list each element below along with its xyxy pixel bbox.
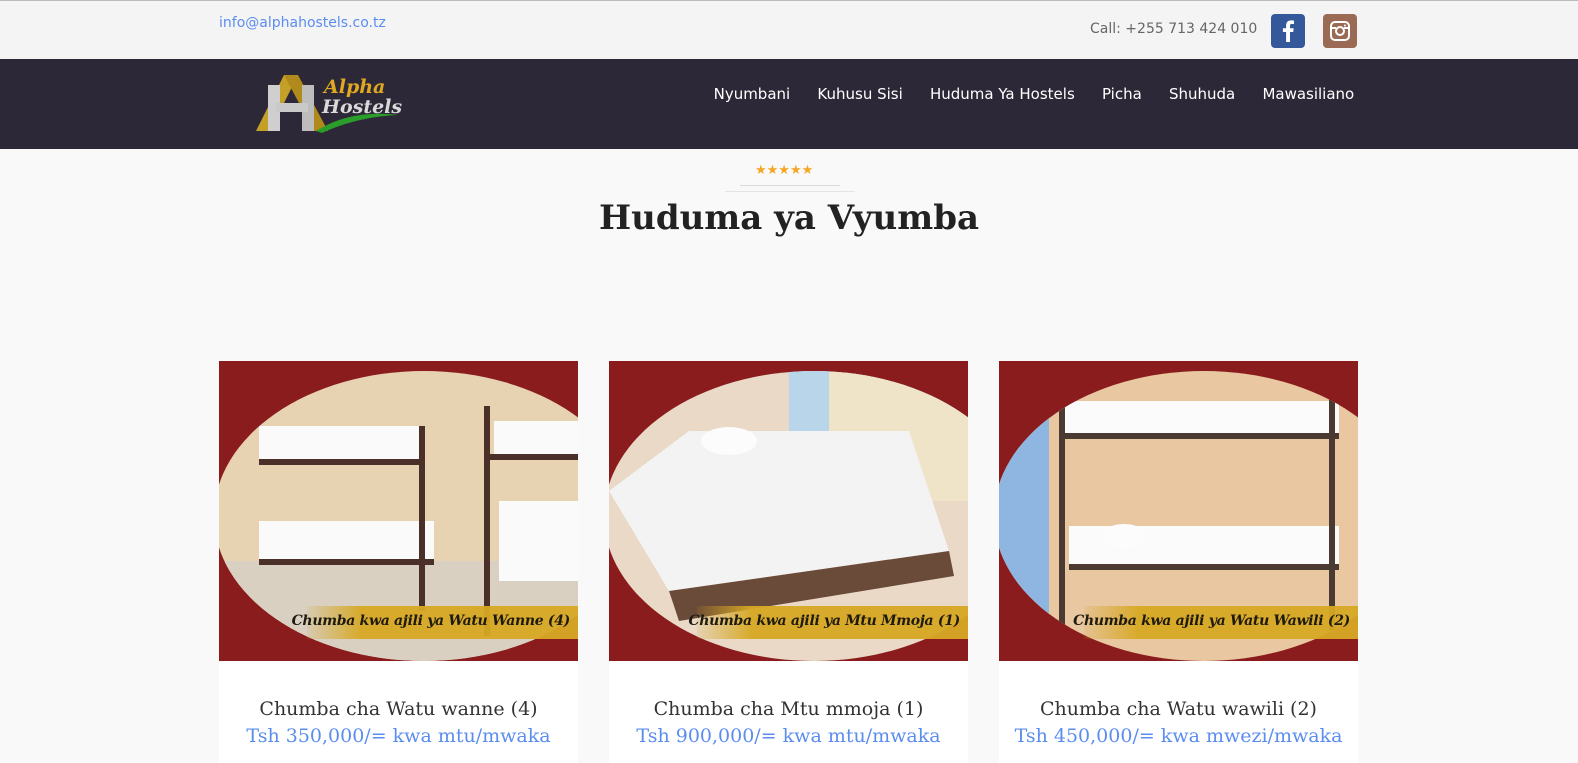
email-link[interactable]: info@alphahostels.co.tz: [219, 15, 386, 31]
phone-number: Call: +255 713 424 010: [1090, 21, 1258, 37]
room-price: Tsh 450,000/= kwa mwezi/mwaka: [1014, 725, 1343, 747]
room-caption: Chumba kwa ajili ya Mtu Mmoja (1): [688, 613, 960, 629]
room-card[interactable]: Chumba kwa ajili ya Watu Wawili (2) Chum…: [999, 361, 1358, 763]
logo-text-alpha: Alpha: [322, 76, 385, 98]
section-divider: [740, 185, 840, 186]
room-photo: Chumba kwa ajili ya Watu Wawili (2): [999, 361, 1358, 661]
section-divider: [725, 191, 855, 192]
rating-stars: ★★★★★: [755, 163, 814, 178]
room-title: Chumba cha Watu wanne (4): [259, 698, 538, 720]
main-nav: Nyumbani Kuhusu Sisi Huduma Ya Hostels P…: [700, 85, 1368, 103]
room-card[interactable]: Chumba kwa ajili ya Watu Wanne (4) Chumb…: [219, 361, 578, 763]
logo-text-hostels: Hostels: [321, 96, 402, 118]
nav-item-nyumbani[interactable]: Nyumbani: [700, 85, 804, 103]
room-price: Tsh 350,000/= kwa mtu/mwaka: [246, 725, 551, 747]
nav-item-shuhuda[interactable]: Shuhuda: [1155, 85, 1248, 103]
main-navbar: Alpha Hostels Nyumbani Kuhusu Sisi Hudum…: [0, 59, 1578, 149]
room-photo: Chumba kwa ajili ya Mtu Mmoja (1): [609, 361, 968, 661]
top-bar: info@alphahostels.co.tz Call: +255 713 4…: [0, 0, 1578, 59]
room-caption: Chumba kwa ajili ya Watu Wawili (2): [1073, 613, 1350, 629]
section-title: Huduma ya Vyumba: [598, 198, 980, 238]
nav-item-picha[interactable]: Picha: [1088, 85, 1155, 103]
room-photo: Chumba kwa ajili ya Watu Wanne (4): [219, 361, 578, 661]
facebook-icon[interactable]: [1271, 14, 1305, 48]
nav-item-kuhusu-sisi[interactable]: Kuhusu Sisi: [804, 85, 917, 103]
room-card[interactable]: Chumba kwa ajili ya Mtu Mmoja (1) Chumba…: [609, 361, 968, 763]
room-title: Chumba cha Mtu mmoja (1): [653, 698, 924, 720]
room-price: Tsh 900,000/= kwa mtu/mwaka: [636, 725, 941, 747]
alpha-hostels-logo[interactable]: Alpha Hostels: [256, 69, 406, 135]
room-caption: Chumba kwa ajili ya Watu Wanne (4): [291, 613, 571, 629]
nav-item-mawasiliano[interactable]: Mawasiliano: [1249, 85, 1368, 103]
room-title: Chumba cha Watu wawili (2): [1040, 698, 1317, 720]
nav-item-huduma-ya-hostels[interactable]: Huduma Ya Hostels: [916, 85, 1088, 103]
instagram-icon[interactable]: [1323, 14, 1357, 48]
